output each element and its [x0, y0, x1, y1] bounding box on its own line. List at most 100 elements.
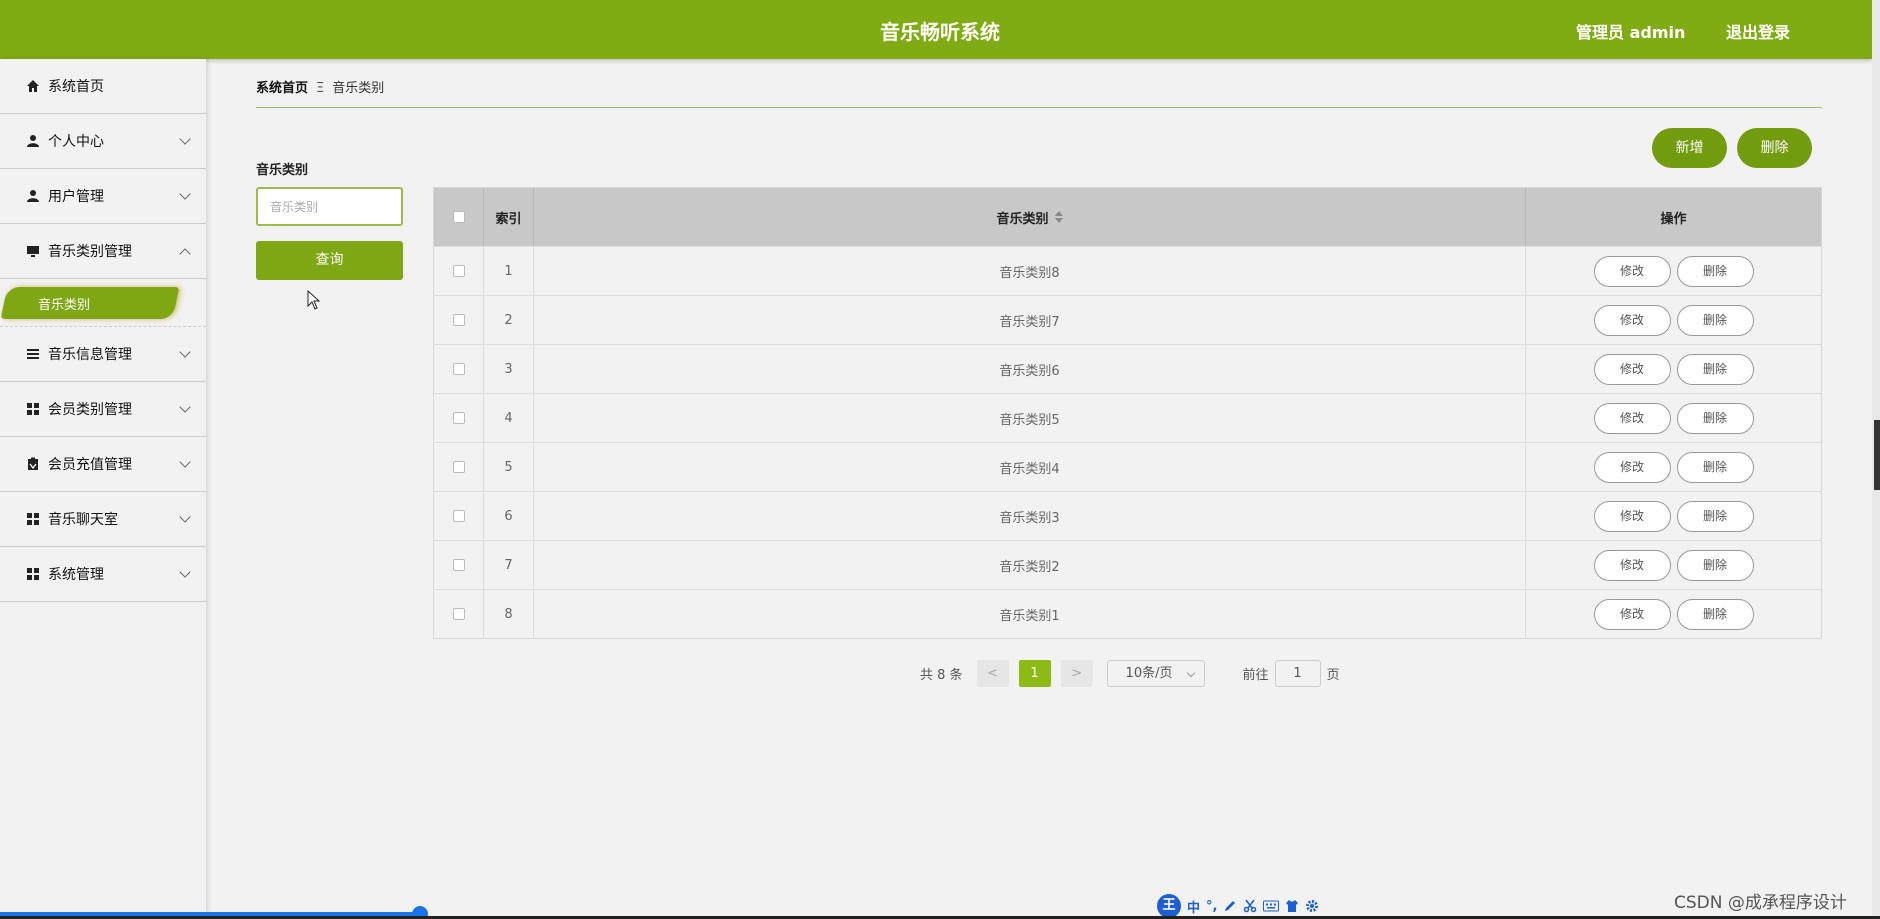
- header-name[interactable]: 音乐类别: [534, 188, 1526, 246]
- row-checkbox[interactable]: [452, 559, 465, 571]
- sidebar-item-member-category-management[interactable]: 会员类别管理: [0, 382, 206, 437]
- row-actions: 修改 删除: [1526, 590, 1821, 638]
- sidebar-item-label: 会员类别管理: [48, 402, 132, 418]
- goto-page-input[interactable]: 1: [1274, 660, 1321, 687]
- row-checkbox-cell: [434, 345, 484, 393]
- sidebar-item-user-management[interactable]: 用户管理: [0, 169, 206, 224]
- header-ops: 操作: [1660, 211, 1687, 227]
- edit-button[interactable]: 修改: [1593, 500, 1671, 532]
- table-row: 6 音乐类别3 修改 删除: [434, 491, 1821, 540]
- chevron-down-icon: [179, 133, 191, 145]
- edit-button[interactable]: 修改: [1593, 451, 1671, 483]
- row-actions: 修改 删除: [1526, 443, 1821, 491]
- sidebar-item-system-management[interactable]: 系统管理: [0, 547, 206, 602]
- filter-label: 音乐类别: [256, 163, 309, 178]
- add-button[interactable]: 新增: [1652, 128, 1727, 168]
- gear-icon[interactable]: [1305, 899, 1319, 913]
- row-checkbox[interactable]: [452, 461, 465, 473]
- delete-button[interactable]: 删除: [1676, 402, 1754, 434]
- row-checkbox[interactable]: [452, 265, 465, 277]
- row-checkbox[interactable]: [452, 363, 465, 375]
- header-index: 索引: [484, 188, 534, 246]
- sidebar-subitem-label: 音乐类别: [38, 298, 91, 313]
- edit-button[interactable]: 修改: [1593, 402, 1671, 434]
- sidebar-item-member-recharge-management[interactable]: 会员充值管理: [0, 437, 206, 492]
- row-checkbox-cell: [434, 247, 484, 295]
- breadcrumb-divider: [256, 107, 1822, 108]
- page-number-button[interactable]: 1: [1018, 660, 1051, 687]
- table-row: 3 音乐类别6 修改 删除: [434, 344, 1821, 393]
- edit-button[interactable]: 修改: [1593, 255, 1671, 287]
- grid-icon: [26, 567, 40, 581]
- row-index: 8: [484, 590, 534, 638]
- edit-button[interactable]: 修改: [1593, 549, 1671, 581]
- chevron-down-icon: [179, 456, 191, 468]
- table-row: 8 音乐类别1 修改 删除: [434, 589, 1821, 638]
- row-checkbox[interactable]: [452, 314, 465, 326]
- logout-button[interactable]: 退出登录: [1726, 19, 1790, 43]
- ime-logo-icon[interactable]: 王: [1157, 894, 1181, 918]
- goto-suffix: 页: [1326, 668, 1340, 683]
- sidebar-item-label: 音乐聊天室: [48, 512, 118, 528]
- ime-mode-toggle[interactable]: 中: [1187, 897, 1200, 916]
- sidebar-item-label: 用户管理: [48, 189, 104, 205]
- sidebar-item-music-category-management[interactable]: 音乐类别管理: [0, 224, 206, 279]
- edit-button[interactable]: 修改: [1593, 598, 1671, 630]
- grid-icon: [26, 512, 40, 526]
- list-icon: [26, 347, 40, 361]
- row-actions: 修改 删除: [1526, 492, 1821, 540]
- edit-button[interactable]: 修改: [1593, 304, 1671, 336]
- delete-button[interactable]: 删除: [1676, 255, 1754, 287]
- top-header: 音乐畅听系统 管理员 admin 退出登录: [0, 0, 1872, 59]
- select-all-checkbox[interactable]: [452, 211, 465, 223]
- row-checkbox[interactable]: [452, 608, 465, 620]
- sidebar-item-music-chat-room[interactable]: 音乐聊天室: [0, 492, 206, 547]
- page-scrollbar-thumb[interactable]: [1874, 420, 1880, 490]
- ime-toolbar: 王 中 °,: [1157, 894, 1319, 918]
- batch-delete-button[interactable]: 删除: [1737, 128, 1812, 168]
- row-music-category: 音乐类别6: [534, 345, 1526, 393]
- sidebar-item-personal-center[interactable]: 个人中心: [0, 114, 206, 169]
- keyboard-icon[interactable]: [1263, 900, 1280, 912]
- music-category-search-input[interactable]: [256, 187, 403, 226]
- delete-button[interactable]: 删除: [1676, 304, 1754, 336]
- page-size-select[interactable]: 10条/页: [1106, 660, 1205, 687]
- table-row: 4 音乐类别5 修改 删除: [434, 393, 1821, 442]
- row-checkbox-cell: [434, 541, 484, 589]
- row-actions: 修改 删除: [1526, 247, 1821, 295]
- sidebar-item-home[interactable]: 系统首页: [0, 59, 206, 114]
- monitor-icon: [26, 244, 40, 258]
- table-row: 5 音乐类别4 修改 删除: [434, 442, 1821, 491]
- sidebar-item-label: 会员充值管理: [48, 457, 132, 473]
- row-checkbox[interactable]: [452, 412, 465, 424]
- sort-icon[interactable]: [1054, 210, 1063, 224]
- scissors-icon[interactable]: [1243, 899, 1257, 913]
- sidebar-item-label: 系统管理: [48, 567, 104, 583]
- row-checkbox-cell: [434, 443, 484, 491]
- delete-button[interactable]: 删除: [1676, 549, 1754, 581]
- punctuation-icon[interactable]: °,: [1206, 899, 1217, 914]
- prev-page-button[interactable]: <: [976, 660, 1009, 687]
- row-checkbox[interactable]: [452, 510, 465, 522]
- user-icon: [26, 134, 40, 148]
- delete-button[interactable]: 删除: [1676, 353, 1754, 385]
- sidebar-subitem-music-category[interactable]: 音乐类别: [0, 279, 206, 327]
- row-music-category: 音乐类别2: [534, 541, 1526, 589]
- pen-icon[interactable]: [1223, 899, 1237, 913]
- chevron-down-icon: [179, 346, 191, 358]
- sidebar-item-music-info-management[interactable]: 音乐信息管理: [0, 327, 206, 382]
- current-user[interactable]: 管理员 admin: [1576, 19, 1685, 43]
- row-index: 1: [484, 247, 534, 295]
- user-icon: [26, 189, 40, 203]
- shirt-icon[interactable]: [1285, 899, 1299, 913]
- row-music-category: 音乐类别4: [534, 443, 1526, 491]
- query-button[interactable]: 查询: [256, 241, 403, 280]
- next-page-button[interactable]: >: [1060, 660, 1093, 687]
- delete-button[interactable]: 删除: [1676, 500, 1754, 532]
- sidebar: 系统首页 个人中心 用户管理 音乐类别管理 音乐类别 音乐信息管理 会员类别管理…: [0, 59, 206, 919]
- edit-button[interactable]: 修改: [1593, 353, 1671, 385]
- delete-button[interactable]: 删除: [1676, 598, 1754, 630]
- table-row: 1 音乐类别8 修改 删除: [434, 246, 1821, 295]
- breadcrumb-home[interactable]: 系统首页: [256, 81, 308, 96]
- delete-button[interactable]: 删除: [1676, 451, 1754, 483]
